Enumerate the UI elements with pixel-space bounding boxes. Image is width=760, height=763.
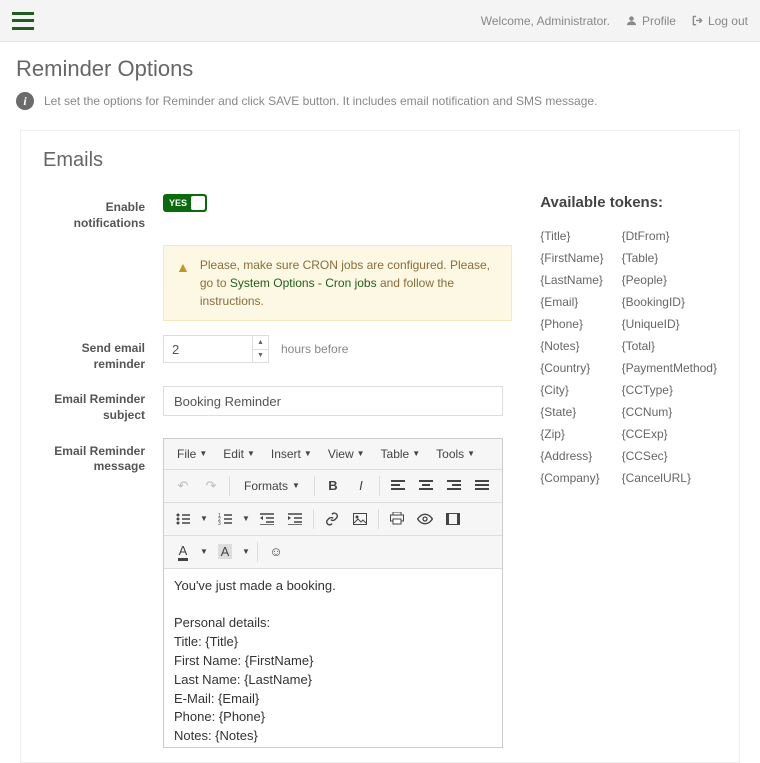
italic-icon[interactable]: I — [348, 474, 374, 498]
editor-menu-file[interactable]: File▼ — [170, 443, 214, 465]
outdent-icon[interactable] — [254, 507, 280, 531]
rich-text-editor: File▼ Edit▼ Insert▼ View▼ Table▼ Tools▼ … — [163, 438, 503, 748]
token-item: {LastName} — [540, 269, 603, 291]
token-item: {Title} — [540, 225, 603, 247]
send-reminder-label: Send email reminder — [43, 335, 163, 372]
bold-icon[interactable]: B — [320, 474, 346, 498]
number-list-caret[interactable]: ▼ — [240, 507, 252, 531]
token-item: {People} — [622, 269, 717, 291]
warning-icon: ▲ — [176, 257, 190, 310]
editor-menu-tools[interactable]: Tools▼ — [429, 443, 482, 465]
align-center-icon[interactable] — [413, 474, 439, 498]
print-icon[interactable] — [384, 507, 410, 531]
token-item: {Email} — [540, 291, 603, 313]
tokens-col-2: {DtFrom}{Table}{People}{BookingID}{Uniqu… — [622, 225, 717, 489]
page-description: Let set the options for Reminder and cli… — [44, 94, 597, 108]
media-icon[interactable] — [440, 507, 466, 531]
align-justify-icon[interactable] — [469, 474, 495, 498]
bullet-list-caret[interactable]: ▼ — [198, 507, 210, 531]
token-item: {Phone} — [540, 313, 603, 335]
subject-input[interactable] — [163, 386, 503, 416]
token-item: {Total} — [622, 335, 717, 357]
logout-link[interactable]: Log out — [692, 14, 748, 28]
number-list-icon[interactable]: 123 — [212, 507, 238, 531]
enable-notifications-label: Enable notifications — [43, 194, 163, 231]
spin-up[interactable]: ▲ — [253, 336, 268, 350]
logout-icon — [692, 15, 703, 26]
token-item: {Zip} — [540, 423, 603, 445]
hours-before-input[interactable] — [163, 335, 253, 363]
token-item: {DtFrom} — [622, 225, 717, 247]
token-item: {Country} — [540, 357, 603, 379]
token-item: {Address} — [540, 445, 603, 467]
bg-color-icon[interactable]: A — [212, 540, 238, 564]
menu-toggle[interactable] — [12, 12, 34, 30]
message-label: Email Reminder message — [43, 438, 163, 475]
token-item: {Notes} — [540, 335, 603, 357]
align-left-icon[interactable] — [385, 474, 411, 498]
token-item: {BookingID} — [622, 291, 717, 313]
editor-menu-table[interactable]: Table▼ — [374, 443, 428, 465]
undo-icon[interactable]: ↶ — [170, 474, 196, 498]
info-icon: i — [16, 92, 34, 110]
message-body-input[interactable]: You've just made a booking. Personal det… — [164, 569, 502, 747]
emoji-icon[interactable]: ☺ — [263, 540, 289, 564]
token-item: {CCExp} — [622, 423, 717, 445]
text-color-caret[interactable]: ▼ — [198, 540, 210, 564]
editor-menu-edit[interactable]: Edit▼ — [216, 443, 262, 465]
welcome-text: Welcome, Administrator. — [481, 14, 610, 28]
editor-menu-view[interactable]: View▼ — [321, 443, 372, 465]
indent-icon[interactable] — [282, 507, 308, 531]
text-color-icon[interactable]: A — [170, 540, 196, 564]
token-item: {FirstName} — [540, 247, 603, 269]
token-item: {State} — [540, 401, 603, 423]
cron-jobs-link[interactable]: System Options - Cron jobs — [230, 276, 377, 290]
preview-icon[interactable] — [412, 507, 438, 531]
editor-menu-insert[interactable]: Insert▼ — [264, 443, 319, 465]
token-item: {PaymentMethod} — [622, 357, 717, 379]
align-right-icon[interactable] — [441, 474, 467, 498]
user-icon — [626, 15, 637, 26]
spin-down[interactable]: ▼ — [253, 350, 268, 363]
token-item: {Table} — [622, 247, 717, 269]
page-title: Reminder Options — [16, 56, 744, 82]
subject-label: Email Reminder subject — [43, 386, 163, 423]
link-icon[interactable] — [319, 507, 345, 531]
token-item: {CancelURL} — [622, 467, 717, 489]
token-item: {Company} — [540, 467, 603, 489]
section-emails: Emails — [43, 149, 717, 172]
image-icon[interactable] — [347, 507, 373, 531]
svg-text:3: 3 — [218, 521, 221, 525]
token-item: {UniqueID} — [622, 313, 717, 335]
bg-color-caret[interactable]: ▼ — [240, 540, 252, 564]
token-item: {CCType} — [622, 379, 717, 401]
token-item: {City} — [540, 379, 603, 401]
tokens-col-1: {Title}{FirstName}{LastName}{Email}{Phon… — [540, 225, 603, 489]
redo-icon[interactable]: ↷ — [198, 474, 224, 498]
formats-dropdown[interactable]: Formats▼ — [235, 474, 309, 498]
cron-warning: ▲ Please, make sure CRON jobs are config… — [163, 245, 512, 321]
token-item: {CCNum} — [622, 401, 717, 423]
token-item: {CCSec} — [622, 445, 717, 467]
enable-notifications-toggle[interactable]: YES — [163, 194, 207, 212]
hours-before-hint: hours before — [281, 342, 348, 356]
bullet-list-icon[interactable] — [170, 507, 196, 531]
profile-link[interactable]: Profile — [626, 14, 676, 28]
tokens-title: Available tokens: — [540, 194, 717, 211]
